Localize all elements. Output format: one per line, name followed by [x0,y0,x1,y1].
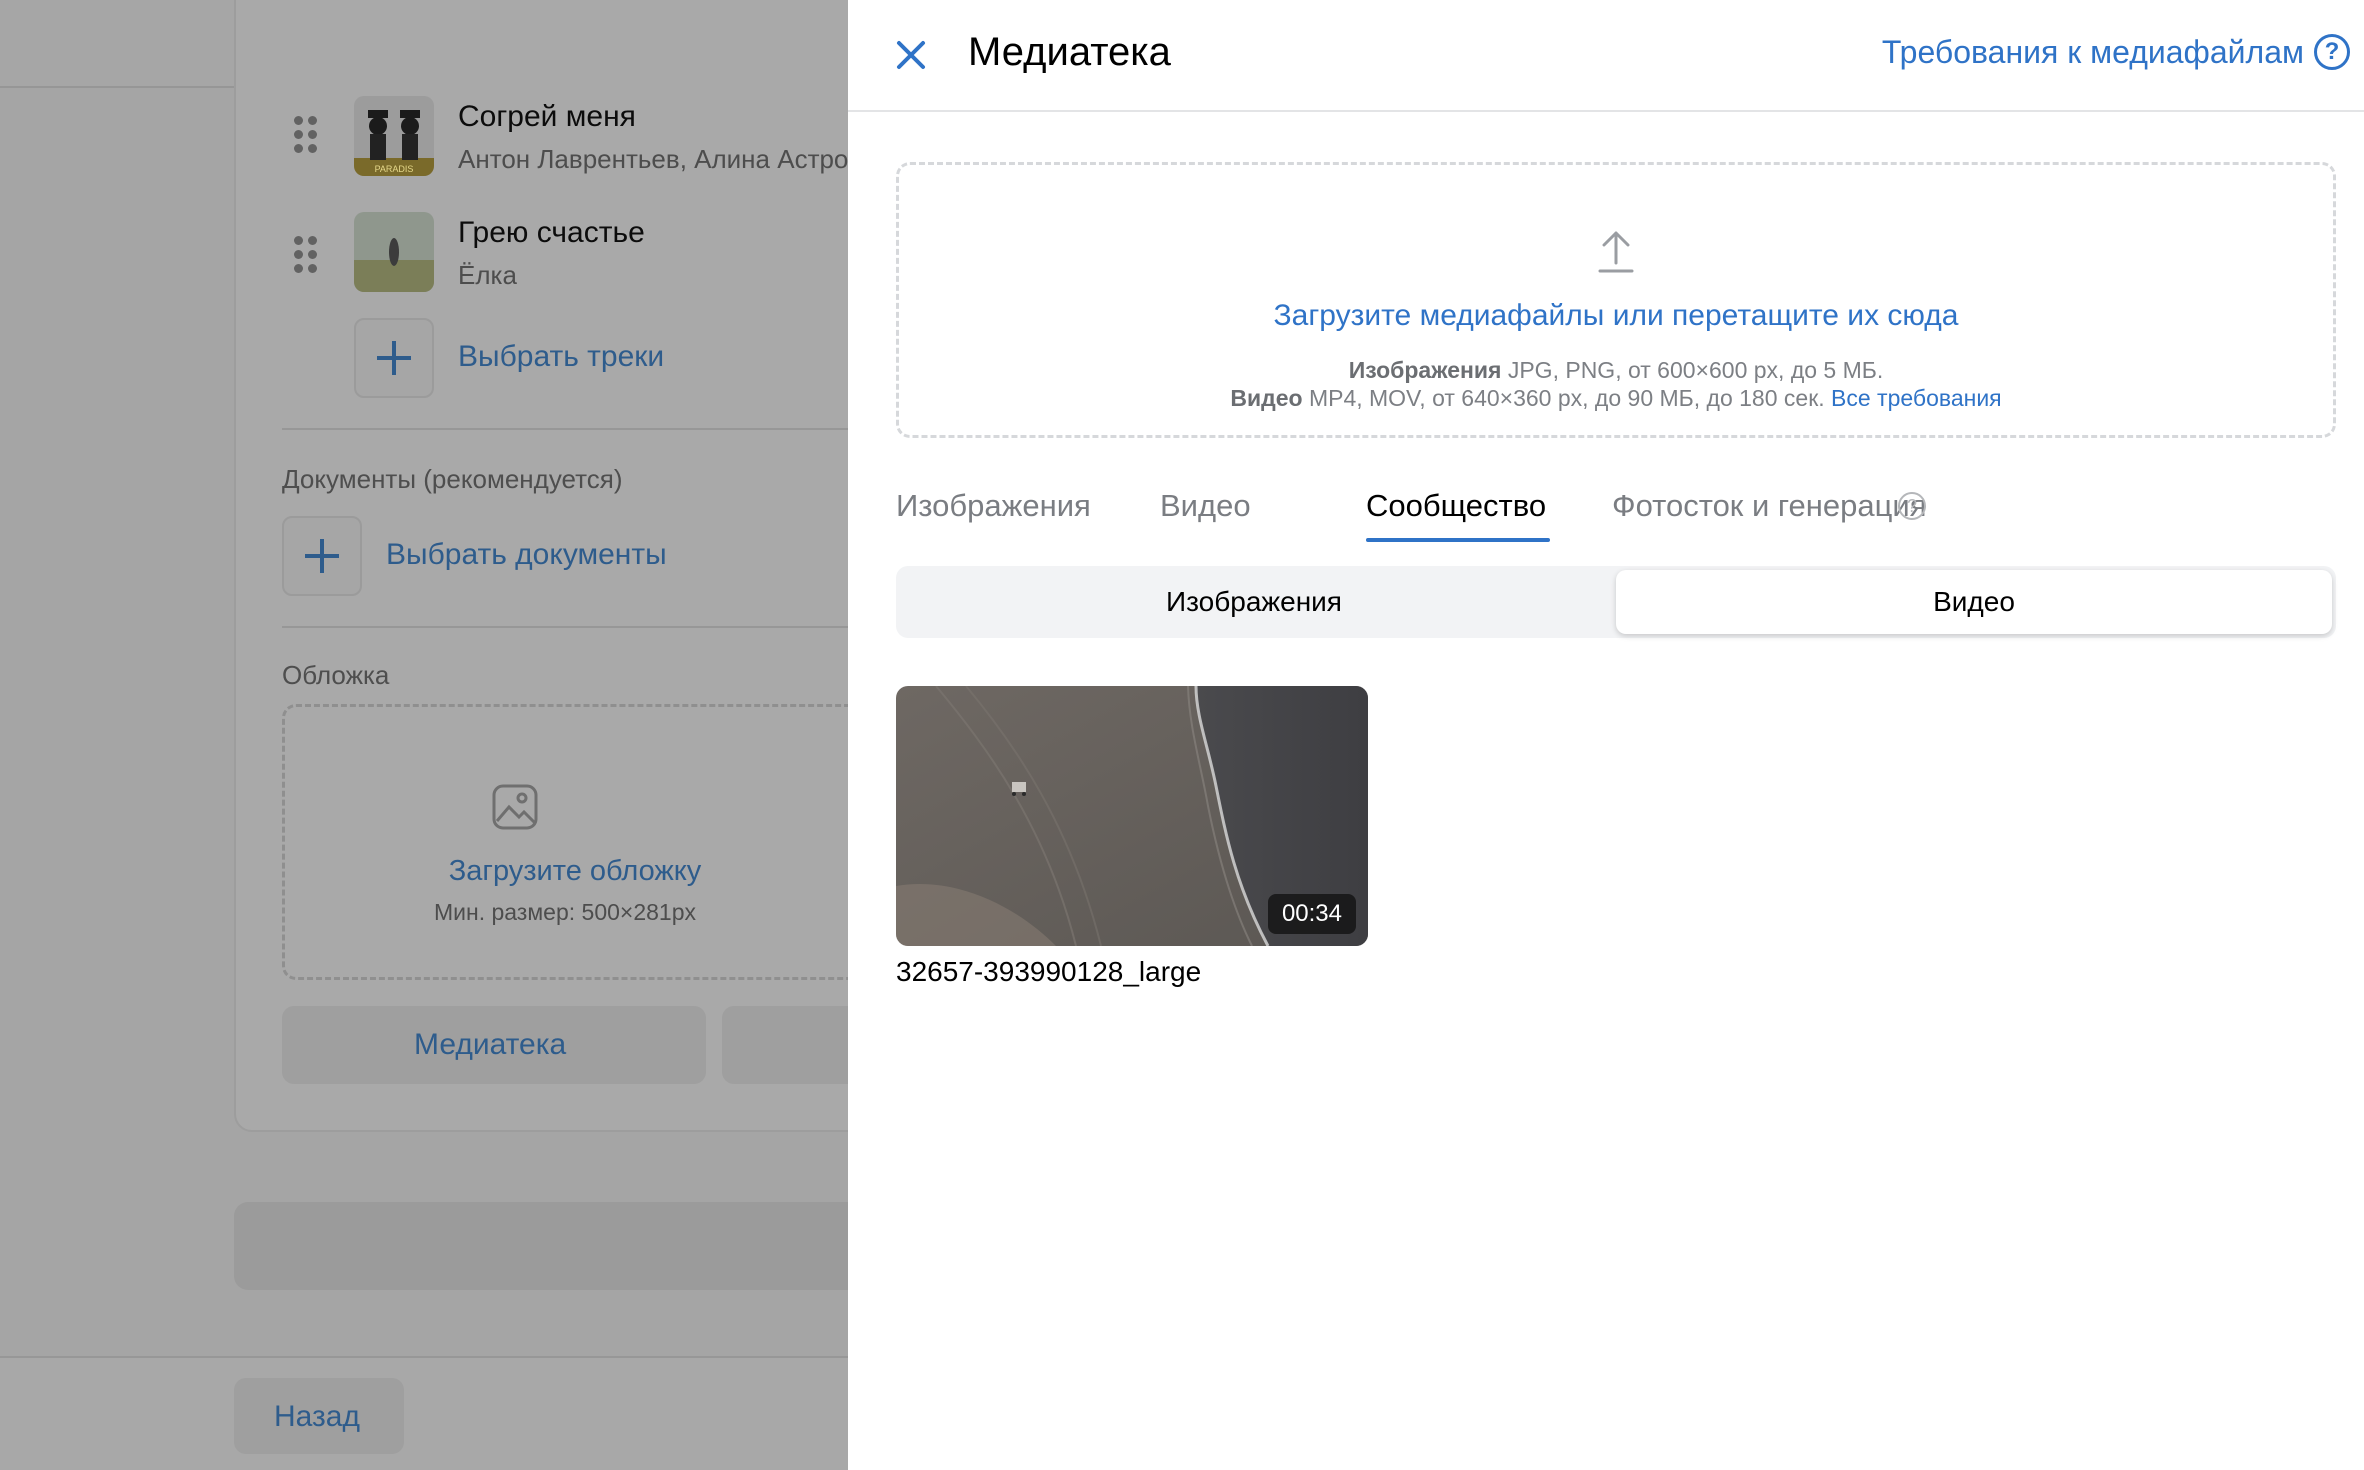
media-requirements-link[interactable]: Требования к медиафайлам [1882,34,2304,71]
plus-icon[interactable] [354,318,434,398]
documents-label: Документы (рекомендуется) [282,464,623,494]
segment-video[interactable]: Видео [1616,570,2332,634]
tab-video[interactable]: Видео [1160,488,1251,524]
track-cover: PARADIS [354,96,434,176]
divider [282,626,852,628]
video-name: 32657-393990128_large [896,956,1202,987]
track-artist: Ёлка [458,260,517,290]
media-type-switch: Изображения Видео [896,566,2336,638]
primary-action-bar[interactable] [234,1202,934,1290]
tab-community[interactable]: Сообщество [1366,488,1546,524]
select-documents-link[interactable]: Выбрать документы [386,538,667,572]
cover-dropzone[interactable]: Загрузите обложку Мин. размер: 500×281px [282,704,902,980]
help-icon[interactable]: ? [1898,492,1926,520]
video-spec: MP4, MOV, от 640×360 px, до 90 МБ, до 18… [1308,385,1825,411]
upload-dropzone-title[interactable]: Загрузите медиафайлы или перетащите их с… [899,299,2333,333]
upload-cover-link[interactable]: Загрузите обложку [449,855,702,888]
images-label: Изображения [1348,357,1502,383]
track-cover [354,212,434,292]
divider [282,428,852,430]
tab-photostock[interactable]: Фотосток и генерация [1612,488,1926,524]
cover-min-size: Мин. размер: 500×281px [433,899,697,925]
tab-images[interactable]: Изображения [896,488,1091,524]
image-icon [492,784,538,830]
drag-handle-icon[interactable] [294,116,318,156]
media-library-button-label: Медиатека [414,1028,567,1061]
media-library-panel: Медиатека Требования к медиафайлам ? Заг… [848,0,2364,1470]
panel-header: Медиатека Требования к медиафайлам ? [848,0,2364,112]
video-thumbnail[interactable]: 00:34 [896,686,1368,946]
segment-images[interactable]: Изображения [896,570,1612,634]
cover-section-label: Обложка [282,660,390,690]
drag-handle-icon[interactable] [294,236,318,276]
cover-caption: PARADIS [375,164,414,174]
video-duration: 00:34 [1267,894,1356,934]
upload-icon [1598,231,1634,273]
upload-dropzone[interactable]: Загрузите медиафайлы или перетащите их с… [896,162,2336,438]
images-requirements: Изображения JPG, PNG, от 600×600 px, до … [899,357,2333,384]
panel-title: Медиатека [968,30,1171,74]
track-artist: Антон Лаврентьев, Алина Астровская [458,144,848,174]
track-title: Согрей меня [458,100,636,133]
video-item[interactable]: 00:34 32657-393990128_large [896,686,1368,988]
video-label: Видео [1230,385,1303,411]
video-requirements: Видео MP4, MOV, от 640×360 px, до 90 МБ,… [899,385,2333,412]
images-spec: JPG, PNG, от 600×600 px, до 5 МБ. [1507,357,1884,383]
all-requirements-link[interactable]: Все требования [1831,385,2002,411]
active-tab-indicator [1366,538,1550,542]
plus-icon[interactable] [282,516,362,596]
help-icon[interactable]: ? [2314,34,2350,70]
close-icon[interactable] [886,30,936,80]
track-title: Грею счастье [458,216,645,249]
select-tracks-link[interactable]: Выбрать треки [458,340,664,374]
back-button-label: Назад [274,1400,360,1433]
